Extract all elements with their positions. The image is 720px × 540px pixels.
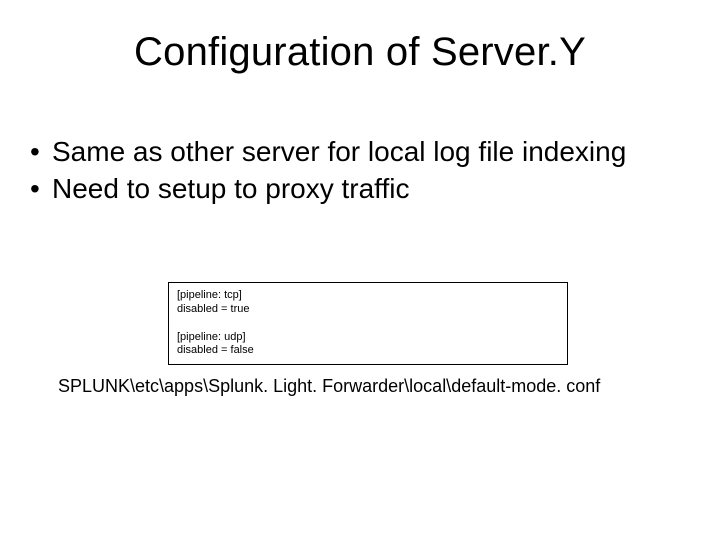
config-header: [pipeline: udp] [177, 331, 559, 345]
config-line: disabled = false [177, 344, 559, 358]
config-line: disabled = true [177, 303, 559, 317]
slide: Configuration of Server.Y Same as other … [0, 0, 720, 540]
slide-title: Configuration of Server.Y [0, 30, 720, 75]
bullet-list: Same as other server for local log file … [28, 135, 680, 209]
bullet-item: Need to setup to proxy traffic [28, 172, 680, 205]
bullet-item: Same as other server for local log file … [28, 135, 680, 168]
config-header: [pipeline: tcp] [177, 289, 559, 303]
config-block: [pipeline: tcp] disabled = true [177, 289, 559, 317]
config-box: [pipeline: tcp] disabled = true [pipelin… [168, 282, 568, 365]
file-path: SPLUNK\etc\apps\Splunk. Light. Forwarder… [58, 376, 600, 397]
config-block: [pipeline: udp] disabled = false [177, 331, 559, 359]
